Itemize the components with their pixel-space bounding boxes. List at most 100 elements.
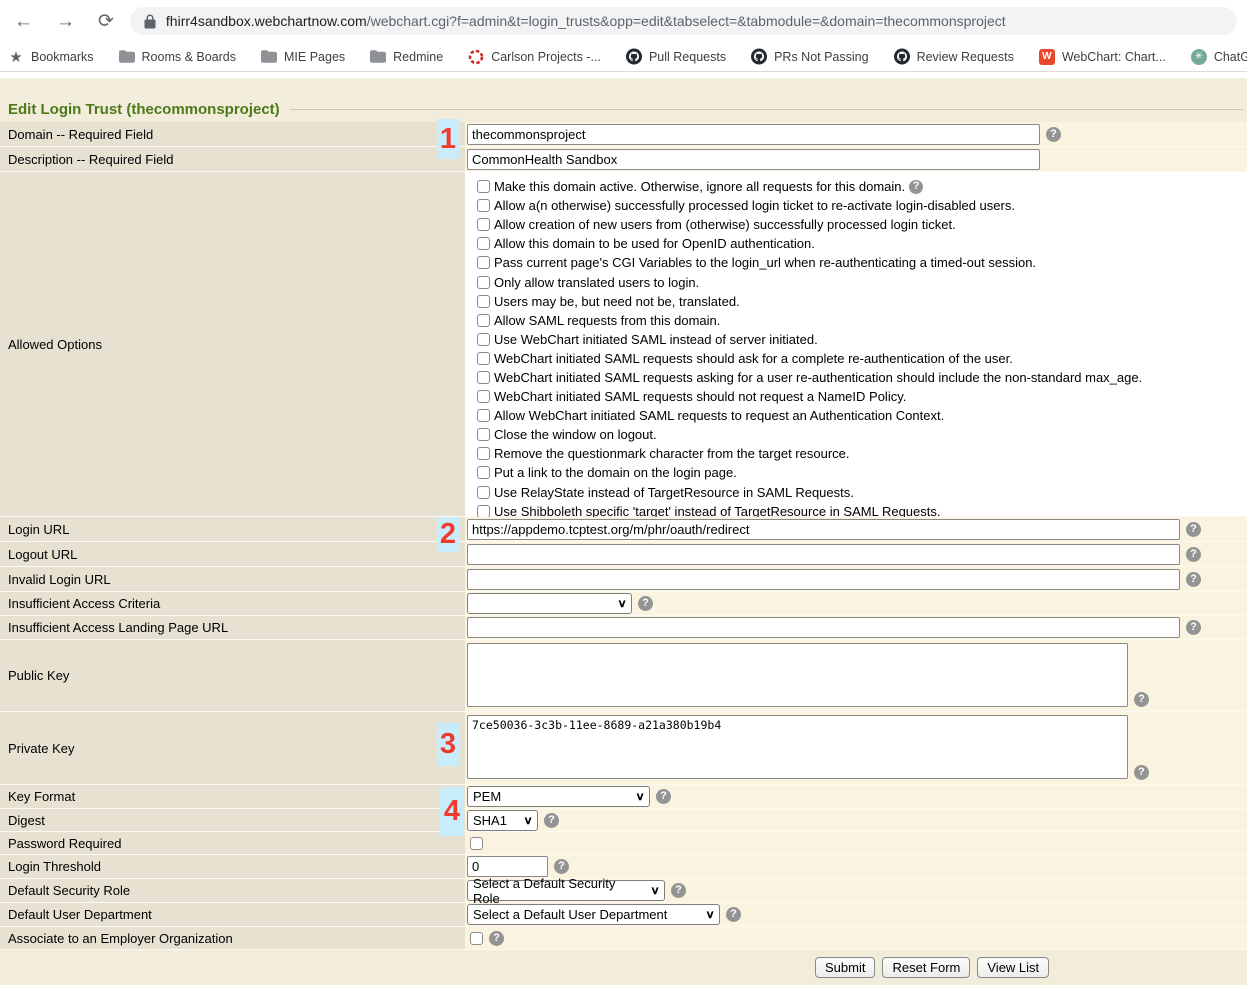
allowed-option-row: Allow a(n otherwise) successfully proces…: [467, 196, 1247, 215]
logout-url-input[interactable]: [467, 544, 1180, 565]
default-user-department-value: Select a Default User Department: [473, 907, 667, 922]
insufficient-access-landing-input[interactable]: [467, 617, 1180, 638]
bookmark-chatgpt[interactable]: ✳ChatGPT: [1191, 49, 1247, 65]
allowed-option-checkbox-7[interactable]: [477, 295, 490, 308]
allowed-options-label: Allowed Options: [0, 172, 465, 516]
allowed-option-checkbox-6[interactable]: [477, 276, 490, 289]
allowed-option-row: Close the window on logout.: [467, 425, 1247, 444]
bookmark-label: Review Requests: [917, 50, 1014, 64]
bookmark-mie-pages[interactable]: MIE Pages: [261, 49, 345, 65]
browser-toolbar: ← → ⟳ fhirr4sandbox.webchartnow.com/webc…: [0, 0, 1247, 42]
allowed-option-checkbox-11[interactable]: [477, 371, 490, 384]
row-key-format: Key Format PEM∨ ?: [0, 785, 1247, 809]
row-digest: Digest SHA1∨ ?: [0, 809, 1247, 832]
private-key-textarea[interactable]: 7ce50036-3c3b-11ee-8689-a21a380b19b4: [467, 715, 1128, 779]
login-threshold-help-icon[interactable]: ?: [554, 859, 569, 874]
allowed-option-checkbox-14[interactable]: [477, 428, 490, 441]
row-employer-org: Associate to an Employer Organization ?: [0, 927, 1247, 950]
key-format-select[interactable]: PEM∨: [467, 786, 650, 807]
employer-org-help-icon[interactable]: ?: [489, 931, 504, 946]
login-url-help-icon[interactable]: ?: [1186, 522, 1201, 537]
bookmark-redmine[interactable]: Redmine: [370, 49, 443, 65]
reset-form-button[interactable]: Reset Form: [882, 957, 970, 978]
allowed-option-checkbox-17[interactable]: [477, 486, 490, 499]
logout-url-help-icon[interactable]: ?: [1186, 547, 1201, 562]
browser-window: ← → ⟳ fhirr4sandbox.webchartnow.com/webc…: [0, 0, 1247, 1001]
allowed-option-checkbox-1[interactable]: [477, 180, 490, 193]
submit-button[interactable]: Submit: [815, 957, 875, 978]
default-user-department-select[interactable]: Select a Default User Department∨: [467, 904, 720, 925]
public-key-help-icon[interactable]: ?: [1134, 692, 1149, 707]
chatgpt-icon: ✳: [1191, 49, 1207, 65]
digest-help-icon[interactable]: ?: [544, 813, 559, 828]
folder-icon: [370, 49, 386, 65]
forward-icon[interactable]: →: [56, 12, 75, 31]
allowed-option-row: Allow this domain to be used for OpenID …: [467, 234, 1247, 253]
default-security-role-select[interactable]: Select a Default Security Role∨: [467, 880, 665, 901]
padlock-icon[interactable]: [144, 14, 156, 29]
bookmark-bookmarks[interactable]: ★Bookmarks: [8, 49, 94, 65]
employer-org-label: Associate to an Employer Organization: [0, 927, 465, 949]
allowed-option-label: Users may be, but need not be, translate…: [494, 294, 740, 309]
private-key-label: Private Key: [0, 712, 465, 784]
employer-org-checkbox[interactable]: [470, 932, 483, 945]
digest-label: Digest: [0, 809, 465, 831]
allowed-option-checkbox-9[interactable]: [477, 333, 490, 346]
allowed-option-checkbox-8[interactable]: [477, 314, 490, 327]
allowed-option-checkbox-4[interactable]: [477, 237, 490, 250]
allowed-option-checkbox-5[interactable]: [477, 256, 490, 269]
insufficient-access-criteria-select[interactable]: ∨: [467, 593, 632, 614]
key-format-help-icon[interactable]: ?: [656, 789, 671, 804]
domain-help-icon[interactable]: ?: [1046, 127, 1061, 142]
annotation-3: 3: [437, 723, 459, 766]
allowed-option-label: Remove the questionmark character from t…: [494, 446, 850, 461]
allowed-option-label: Allow WebChart initiated SAML requests t…: [494, 408, 944, 423]
allowed-option-checkbox-3[interactable]: [477, 218, 490, 231]
url-text: fhirr4sandbox.webchartnow.com/webchart.c…: [166, 13, 1006, 29]
allowed-option-checkbox-16[interactable]: [477, 466, 490, 479]
invalid-login-url-input[interactable]: [467, 569, 1180, 590]
bookmark-rooms-boards[interactable]: Rooms & Boards: [119, 49, 236, 65]
description-input[interactable]: [467, 149, 1040, 170]
reload-icon[interactable]: ⟳: [98, 12, 114, 31]
allowed-option-checkbox-10[interactable]: [477, 352, 490, 365]
allowed-option-checkbox-13[interactable]: [477, 409, 490, 422]
allowed-option-row: Allow WebChart initiated SAML requests t…: [467, 406, 1247, 425]
url-path: /webchart.cgi?f=admin&t=login_trusts&opp…: [367, 13, 1006, 29]
login-url-input[interactable]: [467, 519, 1180, 540]
annotation-4: 4: [440, 787, 464, 836]
allowed-option-checkbox-18[interactable]: [477, 505, 490, 518]
allowed-option-checkbox-15[interactable]: [477, 447, 490, 460]
public-key-textarea[interactable]: [467, 643, 1128, 707]
folder-icon: [119, 49, 135, 65]
bookmark-webchart-chart[interactable]: WWebChart: Chart...: [1039, 49, 1166, 65]
bookmark-review-requests[interactable]: Review Requests: [894, 49, 1014, 65]
bookmark-label: Carlson Projects -...: [491, 50, 601, 64]
address-bar[interactable]: fhirr4sandbox.webchartnow.com/webchart.c…: [130, 7, 1237, 35]
bookmark-pull-requests[interactable]: Pull Requests: [626, 49, 726, 65]
insufficient-access-landing-help-icon[interactable]: ?: [1186, 620, 1201, 635]
logout-url-label: Logout URL: [0, 542, 465, 566]
row-private-key: Private Key 7ce50036-3c3b-11ee-8689-a21a…: [0, 712, 1247, 785]
row-invalid-login-url: Invalid Login URL ?: [0, 567, 1247, 592]
default-user-department-help-icon[interactable]: ?: [726, 907, 741, 922]
default-security-role-help-icon[interactable]: ?: [671, 883, 686, 898]
private-key-help-icon[interactable]: ?: [1134, 765, 1149, 780]
back-icon[interactable]: ←: [14, 12, 33, 31]
allowed-option-label: Use WebChart initiated SAML instead of s…: [494, 332, 818, 347]
digest-select[interactable]: SHA1∨: [467, 810, 538, 831]
domain-input[interactable]: [467, 124, 1040, 145]
invalid-login-url-help-icon[interactable]: ?: [1186, 572, 1201, 587]
row-description: Description -- Required Field: [0, 147, 1247, 172]
allowed-option-label: WebChart initiated SAML requests should …: [494, 389, 906, 404]
allowed-option-checkbox-12[interactable]: [477, 390, 490, 403]
view-list-button[interactable]: View List: [977, 957, 1049, 978]
allowed-option-help-icon[interactable]: ?: [909, 180, 923, 194]
bookmark-label: Rooms & Boards: [142, 50, 236, 64]
login-threshold-input[interactable]: [467, 856, 548, 877]
insufficient-access-criteria-help-icon[interactable]: ?: [638, 596, 653, 611]
allowed-option-checkbox-2[interactable]: [477, 199, 490, 212]
bookmark-prs-not-passing[interactable]: PRs Not Passing: [751, 49, 868, 65]
bookmark-carlson-projects[interactable]: Carlson Projects -...: [468, 49, 601, 65]
password-required-checkbox[interactable]: [470, 837, 483, 850]
